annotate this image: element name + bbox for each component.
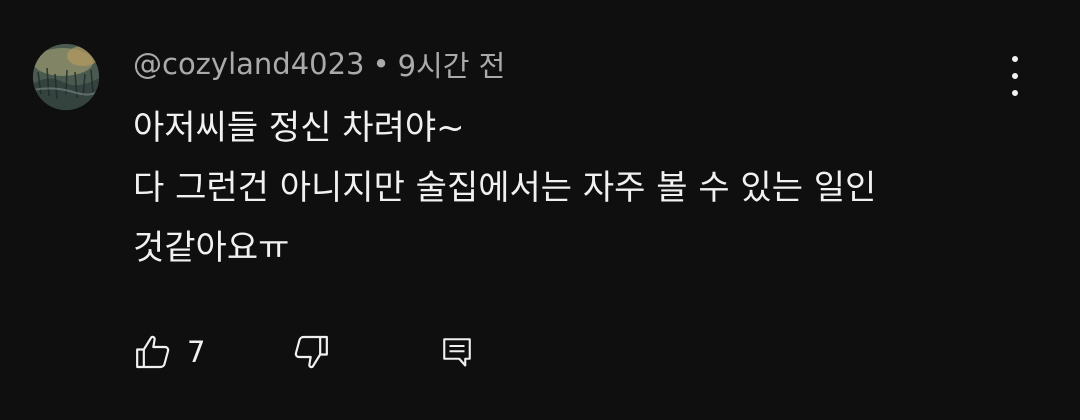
author-name[interactable]: @cozyland4023: [133, 47, 365, 81]
separator-dot: •: [372, 47, 390, 81]
comment-text: 아저씨들 정신 차려야~ 다 그런건 아니지만 술집에서는 자주 볼 수 있는 …: [133, 98, 1013, 278]
avatar-image: [33, 44, 99, 110]
avatar[interactable]: [33, 44, 99, 110]
timestamp[interactable]: 9시간 전: [398, 43, 506, 85]
comment-actions: 7: [133, 330, 475, 374]
like-button[interactable]: 7: [133, 332, 205, 372]
reply-button[interactable]: [439, 332, 475, 372]
reply-icon: [443, 338, 472, 367]
comment-line: 것같아요ㅠ: [133, 228, 290, 268]
thumbs-down-icon: [295, 335, 329, 369]
more-vert-icon-dot: [1012, 56, 1018, 62]
comment-line: 아저씨들 정신 차려야~: [133, 108, 465, 148]
more-vert-icon-dot: [1012, 73, 1018, 79]
like-count: 7: [187, 335, 206, 369]
more-vert-icon-dot: [1012, 90, 1018, 96]
dislike-button[interactable]: [291, 332, 331, 372]
comment-header: @cozyland4023 • 9시간 전: [133, 44, 505, 84]
comment-line: 다 그런건 아니지만 술집에서는 자주 볼 수 있는 일인: [133, 168, 877, 208]
thumbs-up-icon: [136, 335, 170, 369]
comment-thread: @cozyland4023 • 9시간 전 아저씨들 정신 차려야~ 다 그런건…: [0, 0, 1080, 420]
more-options-button[interactable]: [996, 56, 1034, 96]
